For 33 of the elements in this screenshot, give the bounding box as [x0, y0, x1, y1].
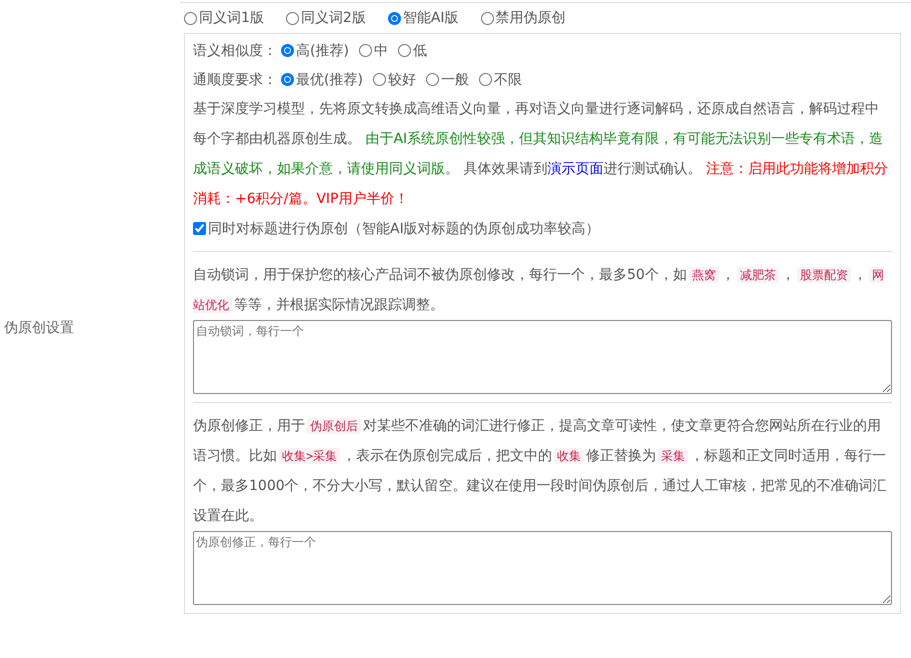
- option-label: 智能AI版: [402, 9, 459, 27]
- setting-label: 语义相似度：: [193, 42, 277, 60]
- option-label: 最优(推荐): [296, 70, 363, 88]
- checkbox[interactable]: [193, 222, 206, 235]
- checkbox-label: 同时对标题进行伪原创（智能AI版对标题的伪原创成功率较高）: [208, 220, 600, 238]
- option-label: 同义词2版: [300, 9, 366, 27]
- option-label: 中: [374, 42, 388, 60]
- lock-words-field[interactable]: 自动锁词，每行一个: [193, 320, 892, 394]
- radio-button[interactable]: [480, 12, 494, 24]
- option-label: 一般: [440, 70, 469, 88]
- radio-button[interactable]: [398, 44, 411, 57]
- option-label: 低: [412, 42, 427, 60]
- radio-button[interactable]: [286, 12, 299, 24]
- option-label: 高(推荐): [296, 42, 349, 60]
- option-label: 不限: [494, 70, 522, 88]
- lock-words-description: 自动锁词，用于保护您的核心产品词不被伪原创修改，每行一个，最多50个，如 燕窝 ， 减肥茶 ， 股票配资 ， 网站优化 等等，并根据实际情况跟踪调整。: [193, 266, 885, 315]
- setting-label: 通顺度要求：: [193, 70, 277, 88]
- radio-button[interactable]: [358, 44, 372, 57]
- radio-button[interactable]: [281, 44, 294, 57]
- option-label: 同义词1版: [199, 9, 264, 27]
- corrections-field[interactable]: 伪原创修正，每行一个: [193, 531, 892, 605]
- option-label: 较好: [388, 70, 416, 88]
- radio-button[interactable]: [478, 73, 492, 86]
- radio-button[interactable]: [281, 73, 294, 86]
- radio-button[interactable]: [184, 12, 197, 24]
- ai-description: 基于深度学习模型，先将原文转换成高维语义向量，再对语义向量进行逐词解码，还原成自然语言，解码过程中每个字都由机器原创生成。 由于AI系统原创性较强，但其知识结构毕竟有限，有可能无法识别一些专有术语，造成语义破坏，如果介意，请使用同义词版。 具体效果请到演示页面进行测试确认。 注意：启用此功能将增加积分消耗：+6积分/篇。VIP用户半价！: [193, 100, 889, 209]
- option-label: 禁用伪原创: [496, 9, 566, 27]
- section-label: 伪原创设置: [4, 319, 74, 337]
- radio-button[interactable]: [388, 12, 401, 24]
- corrections-description: 伪原创修正，用于 伪原创后 对某些不准确的词汇进行修正，提高文章可读性，使文章更符合您网站所在行业的用语习惯。比如 收集>采集 ，表示在伪原创完成后，把文中的 收集 修正替换为 采集 ，标题和正文同时适用，每行一个，最多1000个，不分大小写，默认留空。建议在使用一段时间伪原创后，通过人工审核，把常见的不准确词汇设置在此。: [193, 417, 888, 526]
- radio-button[interactable]: [372, 73, 386, 86]
- radio-button[interactable]: [426, 73, 439, 86]
- demo-page-link[interactable]: 演示页面: [547, 161, 604, 177]
